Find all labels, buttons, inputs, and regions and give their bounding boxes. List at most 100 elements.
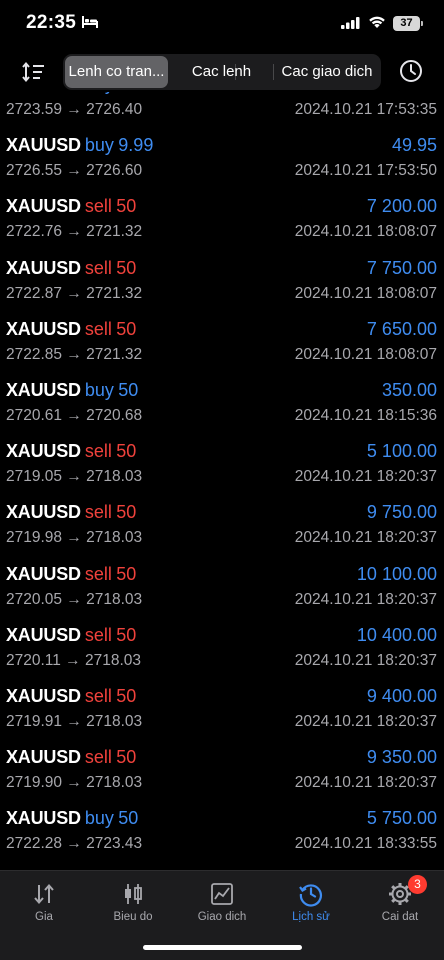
deal-symbol: XAUUSD [6,624,81,645]
deal-row[interactable]: XAUUSD sell 50 10 100.00 2720.05 → 2718.03 2… [0,556,444,617]
sleep-bed-icon [82,16,98,28]
deal-row-header: XAUUSD buy 50 5 750.00 [6,808,437,832]
tab-quotes[interactable]: Gia [0,877,88,935]
deal-profit: 14 800.00 [357,92,437,95]
deal-prices: 2722.76 → 2721.32 [6,223,143,241]
tab-orders[interactable]: Cac lenh [170,56,273,88]
tab-charts[interactable]: Bieu do [89,877,177,935]
deal-volume: 50 [116,685,137,706]
deal-side: buy [85,92,114,94]
deal-prices: 2723.59 → 2726.40 [6,101,143,118]
deal-volume: 50 [116,747,137,768]
deal-time: 2024.10.21 18:20:37 [294,651,437,669]
deal-time: 2024.10.21 17:53:50 [294,162,437,180]
deal-profit: 10 400.00 [356,624,437,645]
deal-row-details: 2719.05 → 2718.03 2024.10.21 18:20:37 [6,468,437,488]
period-clock-icon[interactable] [398,58,424,84]
deal-row[interactable]: XAUUSD sell 50 9 750.00 2719.98 → 2718.03 20… [0,494,444,555]
tab-trade[interactable]: Giao dich [178,877,266,935]
deal-row[interactable]: XAUUSD sell 50 7 650.00 2722.85 → 2721.32 20… [0,311,444,372]
deal-symbol: XAUUSD [6,685,81,706]
deal-side: sell [84,747,112,768]
deal-side: sell [84,257,112,278]
deal-row[interactable]: XAUUSD sell 50 10 400.00 2720.11 → 2718.03 2… [0,617,444,678]
deal-row-header: XAUUSD sell 50 10 400.00 [6,625,437,649]
deals-list[interactable]: XAUUSDbuy 5014 800.002723.59 → 2726.4020… [0,92,444,870]
deal-row[interactable]: XAUUSD sell 50 7 200.00 2722.76 → 2721.32 20… [0,188,444,249]
deals-list-content: XAUUSDbuy 5014 800.002723.59 → 2726.4020… [0,92,444,861]
tab-label: Lịch sử [292,911,330,923]
deal-prices: 2719.90 → 2718.03 [6,774,143,792]
deal-volume: 50 [116,318,137,339]
deal-symbol: XAUUSD [6,441,81,462]
tab-label: Giao dich [197,911,247,923]
deal-side: sell [84,318,112,339]
deal-row[interactable]: XAUUSD buy 50 5 750.00 2722.28 → 2723.43 202… [0,800,444,861]
battery-nub [421,21,423,26]
deal-volume: 50 [118,808,139,829]
deal-volume: 50 [118,379,139,400]
deal-row-header: XAUUSD sell 50 10 100.00 [6,564,437,588]
candlestick-chart-icon [125,884,142,904]
deal-volume: 50 [116,196,137,217]
deal-side: sell [84,441,112,462]
deal-row[interactable]: XAUUSD buy 50 350.00 2720.61 → 2720.68 2024.… [0,372,444,433]
deal-row[interactable]: XAUUSD sell 50 9 400.00 2719.91 → 2718.03 20… [0,678,444,739]
deal-time: 2024.10.21 18:15:36 [294,406,437,424]
deal-symbol: XAUUSD [6,563,81,584]
deal-profit: 5 100.00 [366,441,437,462]
tab-history[interactable]: Lịch sử [267,877,355,935]
deal-prices: 2719.05 → 2718.03 [6,468,143,486]
deal-profit: 5 750.00 [366,808,437,829]
deal-row-header: XAUUSD sell 50 7 750.00 [6,258,437,282]
deal-row-details: 2726.55 → 2726.60 2024.10.21 17:53:50 [6,162,437,182]
trade-chart-icon [211,883,233,905]
deal-prices: 2719.91 → 2718.03 [6,712,143,730]
deal-profit: 7 200.00 [366,196,437,217]
deal-side: sell [84,685,112,706]
deal-row-header: XAUUSD sell 50 9 750.00 [6,502,437,526]
deal-side: buy [84,808,114,829]
deal-profit: 9 400.00 [366,685,437,706]
deal-time: 2024.10.21 18:08:07 [294,284,437,302]
deal-row-details: 2722.76 → 2721.32 2024.10.21 18:08:07 [6,223,437,243]
deal-volume: 50 [116,257,137,278]
deal-time: 2024.10.21 17:53:35 [294,101,437,118]
deal-prices: 2722.85 → 2721.32 [6,345,143,363]
deal-row-header: XAUUSD sell 50 9 400.00 [6,686,437,710]
deal-row[interactable]: XAUUSD sell 50 9 350.00 2719.90 → 2718.03 20… [0,739,444,800]
deal-row[interactable]: XAUUSD buy 50 14 800.00 2723.59 → 2726.40 20… [0,92,444,127]
deal-profit: 49.95 [391,135,437,156]
deal-row-details: 2720.05 → 2718.03 2024.10.21 18:20:37 [6,591,437,611]
deal-symbol: XAUUSD [6,318,81,339]
deal-row-header: XAUUSD buy 9.99 49.95 [6,135,437,159]
deal-row[interactable]: XAUUSD sell 50 5 100.00 2719.05 → 2718.03 20… [0,433,444,494]
deal-time: 2024.10.21 18:20:37 [294,468,437,486]
deal-side: sell [84,502,112,523]
deal-symbol: XAUUSD [6,808,81,829]
history-segmented-control: Lenh co tran... Cac lenh Cac giao dich [63,54,381,90]
tab-deals[interactable]: Cac giao dich [275,56,379,88]
home-indicator[interactable] [143,945,302,950]
deal-row-details: 2722.28 → 2723.43 2024.10.21 18:33:55 [6,835,437,855]
deal-row-header: XAUUSD sell 50 5 100.00 [6,441,437,465]
deal-prices: 2722.87 → 2721.32 [6,284,143,302]
deal-prices: 2720.11 → 2718.03 [6,651,142,669]
deal-profit: 7 650.00 [366,318,437,339]
deal-time: 2024.10.21 18:20:37 [294,529,437,547]
wifi-icon [369,16,385,28]
deal-row-details: 2722.87 → 2721.32 2024.10.21 18:08:07 [6,285,437,305]
tab-settings[interactable]: 3 Cai dat [356,875,444,935]
deal-side: buy [84,379,114,400]
tab-label: Cai dat [381,911,419,923]
deal-profit: 9 750.00 [366,502,437,523]
quotes-arrows-icon [34,883,54,905]
sort-icon[interactable] [21,59,47,85]
deal-row-header: XAUUSD sell 50 7 200.00 [6,196,437,220]
deal-row[interactable]: XAUUSD sell 50 7 750.00 2722.87 → 2721.32 20… [0,250,444,311]
tab-positions[interactable]: Lenh co tran... [65,56,168,88]
deal-row-details: 2720.11 → 2718.03 2024.10.21 18:20:37 [6,652,437,672]
deal-row[interactable]: XAUUSD buy 9.99 49.95 2726.55 → 2726.60 2024… [0,127,444,188]
deal-row-header: XAUUSD buy 50 350.00 [6,380,437,404]
deal-side: sell [84,196,112,217]
